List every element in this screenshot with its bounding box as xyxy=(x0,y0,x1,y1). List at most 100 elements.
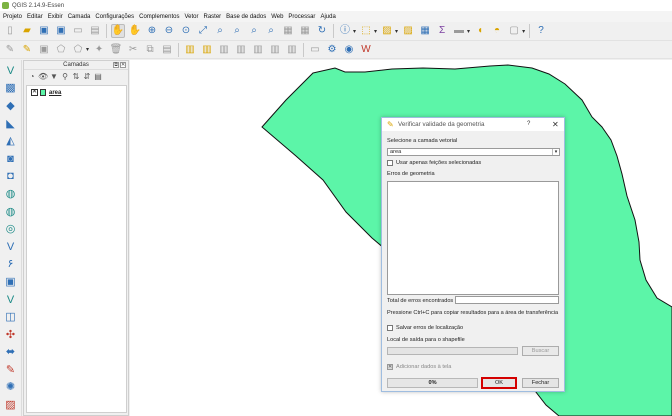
measure-dropdown-icon[interactable]: ▾ xyxy=(467,28,470,35)
help-button[interactable]: ? xyxy=(527,121,530,127)
close-button[interactable]: Fechar xyxy=(522,378,559,388)
save-errors-checkbox[interactable] xyxy=(387,325,393,331)
filter-icon[interactable]: ▼ xyxy=(49,72,59,81)
selected-only-checkbox[interactable] xyxy=(387,160,393,166)
add-postgis-icon[interactable]: ◆ xyxy=(3,99,19,114)
layer-visibility-checkbox[interactable]: ✕ xyxy=(31,89,38,96)
save-project-icon[interactable]: ▣ xyxy=(37,24,51,38)
label-toolbar-icon[interactable]: ▥ xyxy=(183,43,197,57)
menu-exibir[interactable]: Exibir xyxy=(48,14,63,20)
csw-icon[interactable]: ▭ xyxy=(308,43,322,57)
panel-float-icon[interactable]: ⧉ xyxy=(113,62,119,68)
move-feature-icon[interactable]: ⬠ xyxy=(71,43,85,57)
add-virtual-layer-icon[interactable]: ۶ xyxy=(3,258,19,273)
zoom-in-icon[interactable]: ⊕ xyxy=(145,24,159,38)
add-mssql-icon[interactable]: ◭ xyxy=(3,134,19,149)
add-wcs-icon[interactable]: ◍ xyxy=(3,205,19,220)
save-as-icon[interactable]: ▣ xyxy=(54,24,68,38)
save-edits-icon[interactable]: ▣ xyxy=(37,43,51,57)
chevron-down-icon[interactable]: ▾ xyxy=(552,149,559,155)
label-pin-icon[interactable]: ▥ xyxy=(200,43,214,57)
print-composer-icon[interactable]: ▭ xyxy=(71,24,85,38)
zoom-last-icon[interactable]: ⌕ xyxy=(247,24,261,38)
field-calculator-icon[interactable]: ▨ xyxy=(380,24,394,38)
copy-features-icon[interactable]: ⧉ xyxy=(143,43,157,57)
collapse-all-icon[interactable]: ⇵ xyxy=(82,72,92,81)
pan-map-icon[interactable]: ✋ xyxy=(111,24,125,38)
menu-raster[interactable]: Raster xyxy=(203,14,221,20)
styling-icon[interactable]: ◔ xyxy=(27,72,37,81)
total-errors-field[interactable] xyxy=(455,296,559,304)
errors-list[interactable] xyxy=(387,181,559,295)
add-feature-icon[interactable]: ⬠ xyxy=(54,43,68,57)
text-annotation-icon[interactable]: ◓ xyxy=(490,24,504,38)
new-spatialite-icon[interactable]: V xyxy=(3,293,19,308)
open-project-icon[interactable]: ▰ xyxy=(20,24,34,38)
add-group-icon[interactable]: 👁 xyxy=(38,72,48,81)
layer-select[interactable]: area ▾ xyxy=(387,148,560,156)
browse-button[interactable]: Buscar xyxy=(522,346,559,356)
offline-editing-icon[interactable]: ✎ xyxy=(3,363,19,378)
deselect-icon[interactable]: ▨ xyxy=(401,24,415,38)
composer-manager-icon[interactable]: ▤ xyxy=(88,24,102,38)
show-bookmarks-icon[interactable]: ▦ xyxy=(298,24,312,38)
new-gpx-icon[interactable]: ◫ xyxy=(3,310,19,325)
field-calculator-dropdown-icon[interactable]: ▾ xyxy=(395,28,398,35)
add-feature-dropdown-icon[interactable]: ▾ xyxy=(86,46,89,53)
menu-processar[interactable]: Processar xyxy=(288,14,315,20)
help-icon[interactable]: ? xyxy=(534,24,548,38)
zoom-native-icon[interactable]: ⊙ xyxy=(179,24,193,38)
label-show-icon[interactable]: ▥ xyxy=(217,43,231,57)
add-vector-icon[interactable]: V xyxy=(3,64,19,79)
output-path-field[interactable] xyxy=(387,347,518,355)
python-console-icon[interactable]: ⚙ xyxy=(325,43,339,57)
remove-layer-icon[interactable]: ▤ xyxy=(93,72,103,81)
toggle-editing-icon[interactable]: ✎ xyxy=(20,43,34,57)
new-bookmark-icon[interactable]: ▦ xyxy=(281,24,295,38)
expand-all-icon[interactable]: ⇅ xyxy=(71,72,81,81)
panel-close-icon[interactable]: ✕ xyxy=(120,62,126,68)
identify-dropdown-icon[interactable]: ▾ xyxy=(353,28,356,35)
identify-icon[interactable]: ⓘ xyxy=(338,24,352,38)
label-extra-icon[interactable]: ▥ xyxy=(285,43,299,57)
label-change-icon[interactable]: ▥ xyxy=(268,43,282,57)
node-tool-icon[interactable]: ✦ xyxy=(92,43,106,57)
statistics-icon[interactable]: Σ xyxy=(435,24,449,38)
label-rotate-icon[interactable]: ▥ xyxy=(251,43,265,57)
select-features-icon[interactable]: ⬚ xyxy=(359,24,373,38)
delete-selected-icon[interactable]: 🗑 xyxy=(109,43,123,57)
zoom-to-selection-icon[interactable]: ⌕ xyxy=(213,24,227,38)
current-edits-icon[interactable]: ✎ xyxy=(3,43,17,57)
new-shapefile-icon[interactable]: ▣ xyxy=(3,275,19,290)
annotation-icon[interactable]: ▢ xyxy=(507,24,521,38)
select-dropdown-icon[interactable]: ▾ xyxy=(374,28,377,35)
pan-to-selection-icon[interactable]: ✋ xyxy=(128,24,142,38)
menu-base-de-dados[interactable]: Base de dados xyxy=(226,14,266,20)
heatmap-icon[interactable]: ✺ xyxy=(3,381,19,396)
zoom-out-icon[interactable]: ⊖ xyxy=(162,24,176,38)
add-delimited-text-icon[interactable]: V xyxy=(3,240,19,255)
web-icon[interactable]: ◉ xyxy=(342,43,356,57)
zoom-full-icon[interactable]: ⤢ xyxy=(196,24,210,38)
add-to-canvas-checkbox[interactable]: ✕ xyxy=(387,364,393,370)
create-temp-layer-icon[interactable]: ✣ xyxy=(3,328,19,343)
menu-ajuda[interactable]: Ajuda xyxy=(320,14,335,20)
zoom-next-icon[interactable]: ⌕ xyxy=(264,24,278,38)
menu-editar[interactable]: Editar xyxy=(27,14,43,20)
add-oracle-icon[interactable]: ◙ xyxy=(3,152,19,167)
menu-vetor[interactable]: Vetor xyxy=(184,14,198,20)
menu-web[interactable]: Web xyxy=(271,14,283,20)
menu-configuracoes[interactable]: Configurações xyxy=(95,14,134,20)
menu-camada[interactable]: Camada xyxy=(68,14,91,20)
add-raster-icon[interactable]: ▩ xyxy=(3,82,19,97)
new-project-icon[interactable]: ▯ xyxy=(3,24,17,38)
ok-button[interactable]: OK xyxy=(481,377,517,389)
add-wfs-icon[interactable]: ◎ xyxy=(3,222,19,237)
annotation-dropdown-icon[interactable]: ▾ xyxy=(522,28,525,35)
georeferencer-icon[interactable]: ⬌ xyxy=(3,346,19,361)
menu-complementos[interactable]: Complementos xyxy=(139,14,179,20)
label-move-icon[interactable]: ▥ xyxy=(234,43,248,57)
cut-features-icon[interactable]: ✂ xyxy=(126,43,140,57)
attribute-table-icon[interactable]: ▦ xyxy=(418,24,432,38)
add-spatialite-icon[interactable]: ◣ xyxy=(3,117,19,132)
